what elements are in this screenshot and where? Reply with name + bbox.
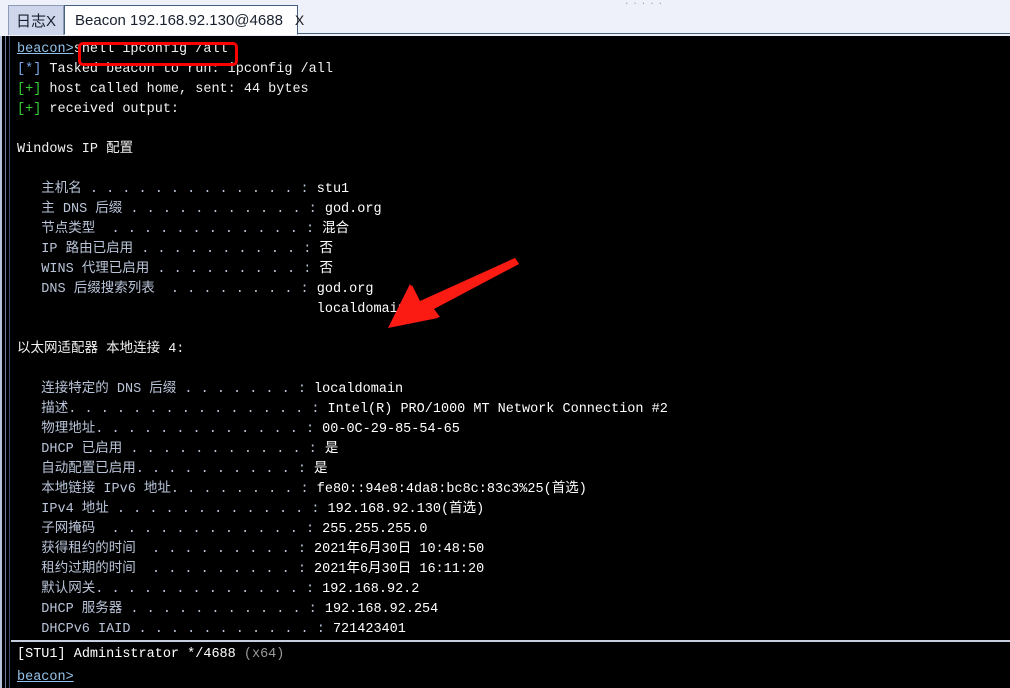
input-prompt-label: beacon> (17, 669, 74, 685)
console-line: 主 DNS 后缀 . . . . . . . . . . . : god.org (11, 200, 1010, 220)
ipconfig-value: 192.168.92.130(首选) (327, 502, 485, 517)
ipconfig-key: DHCPv6 IAID . . . . . . . . . . . : (17, 622, 333, 637)
console-line: 节点类型 . . . . . . . . . . . . : 混合 (11, 220, 1010, 240)
ipconfig-value: 192.168.92.2 (322, 582, 420, 597)
console-line: 租约过期的时间 . . . . . . . . . : 2021年6月30日 1… (11, 560, 1010, 580)
console-output[interactable]: beacon>shell ipconfig /all [*] Tasked bea… (11, 36, 1010, 640)
ipconfig-value-continued: localdomain (17, 302, 406, 317)
console-line: 子网掩码 . . . . . . . . . . . . : 255.255.2… (11, 520, 1010, 540)
console-text: Windows IP 配置 (17, 142, 134, 157)
ipconfig-key: DNS 后缀搜索列表 . . . . . . . . : (17, 282, 317, 297)
console-frame: beacon>shell ipconfig /all [*] Tasked bea… (0, 36, 1010, 688)
console-command: shell ipconfig /all (73, 42, 228, 57)
tab-log-label: 日志X (15, 13, 56, 30)
ipconfig-value: 2021年6月30日 10:48:50 (314, 542, 485, 557)
console-input-row[interactable]: beacon> (11, 666, 1010, 688)
ipconfig-value: god.org (324, 202, 382, 217)
ipconfig-key: IP 路由已启用 . . . . . . . . . . : (17, 242, 320, 257)
console-prompt: beacon> (17, 42, 74, 57)
ipconfig-key: 获得租约的时间 . . . . . . . . . : (17, 542, 315, 557)
console-line: 主机名 . . . . . . . . . . . . . : stu1 (11, 180, 1010, 200)
ipconfig-value: localdomain (314, 382, 404, 397)
console-line: [+] received output: (17, 102, 180, 117)
ipconfig-key: 连接特定的 DNS 后缀 . . . . . . . : (17, 382, 315, 397)
ipconfig-value: 是 (314, 462, 328, 477)
ipconfig-key: 节点类型 . . . . . . . . . . . . : (17, 222, 323, 237)
ipconfig-value: 混合 (322, 222, 350, 237)
ipconfig-value: 否 (319, 262, 333, 277)
console-line: DHCPv6 IAID . . . . . . . . . . . : 7214… (11, 620, 1010, 640)
ipconfig-key: WINS 代理已启用 . . . . . . . . . : (17, 262, 320, 277)
status-arch: (x64) (243, 646, 285, 662)
ipconfig-key: 子网掩码 . . . . . . . . . . . . : (17, 522, 323, 537)
beacon-console-window: ..... 日志X Beacon 192.168.92.130@4688 X b… (0, 0, 1010, 688)
console-command-input[interactable] (77, 669, 1010, 685)
ipconfig-value: 是 (324, 442, 339, 457)
console-line: [+] host called home, sent: 44 bytes (17, 82, 309, 97)
console-line: IPv4 地址 . . . . . . . . . . . . : 192.16… (11, 500, 1010, 520)
ipconfig-key: IPv4 地址 . . . . . . . . . . . . : (17, 502, 328, 517)
console-tag-ok: [+] (17, 102, 42, 117)
console-line: localdomain (11, 300, 1010, 320)
top-edge-artifact: ..... (624, 0, 664, 4)
ipconfig-value: 00-0C-29-85-54-65 (322, 422, 460, 437)
console-line: 物理地址. . . . . . . . . . . . . : 00-0C-29… (11, 420, 1010, 440)
console-line: 本地链接 IPv6 地址. . . . . . . . : fe80::94e8… (11, 480, 1010, 500)
status-process: */4688 (187, 646, 236, 662)
ipconfig-value: 否 (319, 242, 333, 257)
status-user: Administrator (73, 646, 180, 662)
status-host: [STU1] (17, 646, 66, 662)
console-line: DHCP 服务器 . . . . . . . . . . . : 192.168… (11, 600, 1010, 620)
console-line: DNS 后缀搜索列表 . . . . . . . . : god.org (11, 280, 1010, 300)
ipconfig-key: 描述. . . . . . . . . . . . . . . : (17, 402, 328, 417)
ipconfig-key: DHCP 已启用 . . . . . . . . . . . : (17, 442, 325, 457)
ipconfig-key: 主 DNS 后缀 . . . . . . . . . . . : (17, 202, 325, 217)
console-line: beacon>shell ipconfig /all (11, 40, 1010, 60)
ipconfig-key: 本地链接 IPv6 地址. . . . . . . . : (17, 482, 317, 497)
ipconfig-value: Intel(R) PRO/1000 MT Network Connection … (327, 402, 668, 417)
beacon-status-bar: [STU1] Administrator */4688 (x64) (11, 640, 1010, 666)
ipconfig-value: 721423401 (332, 622, 406, 637)
ipconfig-key: 主机名 . . . . . . . . . . . . . : (17, 182, 317, 197)
ipconfig-value: 192.168.92.254 (324, 602, 439, 617)
console-line: Windows IP 配置 (11, 140, 1010, 160)
ipconfig-key: 默认网关. . . . . . . . . . . . . : (17, 582, 323, 597)
ipconfig-key: 自动配置已启用. . . . . . . . . . : (17, 462, 315, 477)
ipconfig-value: fe80::94e8:4da8:bc8c:83c3%25(首选) (316, 482, 587, 497)
ipconfig-key: 物理地址. . . . . . . . . . . . . : (17, 422, 323, 437)
ipconfig-value: god.org (316, 282, 374, 297)
console-line: 连接特定的 DNS 后缀 . . . . . . . : localdomain (11, 380, 1010, 400)
close-icon[interactable]: X (295, 12, 304, 28)
console-line: DHCP 已启用 . . . . . . . . . . . : 是 (11, 440, 1010, 460)
console-line: 描述. . . . . . . . . . . . . . . : Intel(… (11, 400, 1010, 420)
console-line: IP 路由已启用 . . . . . . . . . . : 否 (11, 240, 1010, 260)
console-line: WINS 代理已启用 . . . . . . . . . : 否 (11, 260, 1010, 280)
ipconfig-value: stu1 (316, 182, 350, 197)
ipconfig-value: 255.255.255.0 (322, 522, 428, 537)
tab-beacon[interactable]: Beacon 192.168.92.130@4688 X (64, 5, 304, 35)
console-line: 获得租约的时间 . . . . . . . . . : 2021年6月30日 1… (11, 540, 1010, 560)
console-line: [*] Tasked beacon to run: ipconfig /all (17, 62, 333, 77)
console-line: 以太网适配器 本地连接 4: (11, 340, 1010, 360)
ipconfig-key: DHCP 服务器 . . . . . . . . . . . : (17, 602, 325, 617)
tab-strip: 日志X Beacon 192.168.92.130@4688 X (0, 5, 1010, 37)
tab-log[interactable]: 日志X (8, 5, 64, 35)
console-line: 默认网关. . . . . . . . . . . . . : 192.168.… (11, 580, 1010, 600)
ipconfig-value: 2021年6月30日 16:11:20 (314, 562, 485, 577)
console-tag-ok: [+] (17, 82, 42, 97)
console-tag-info: [*] (17, 62, 42, 77)
console-text: 以太网适配器 本地连接 4: (17, 342, 185, 357)
tab-beacon-label: Beacon 192.168.92.130@4688 (75, 11, 283, 29)
console-line: 自动配置已启用. . . . . . . . . . : 是 (11, 460, 1010, 480)
ipconfig-key: 租约过期的时间 . . . . . . . . . : (17, 562, 315, 577)
